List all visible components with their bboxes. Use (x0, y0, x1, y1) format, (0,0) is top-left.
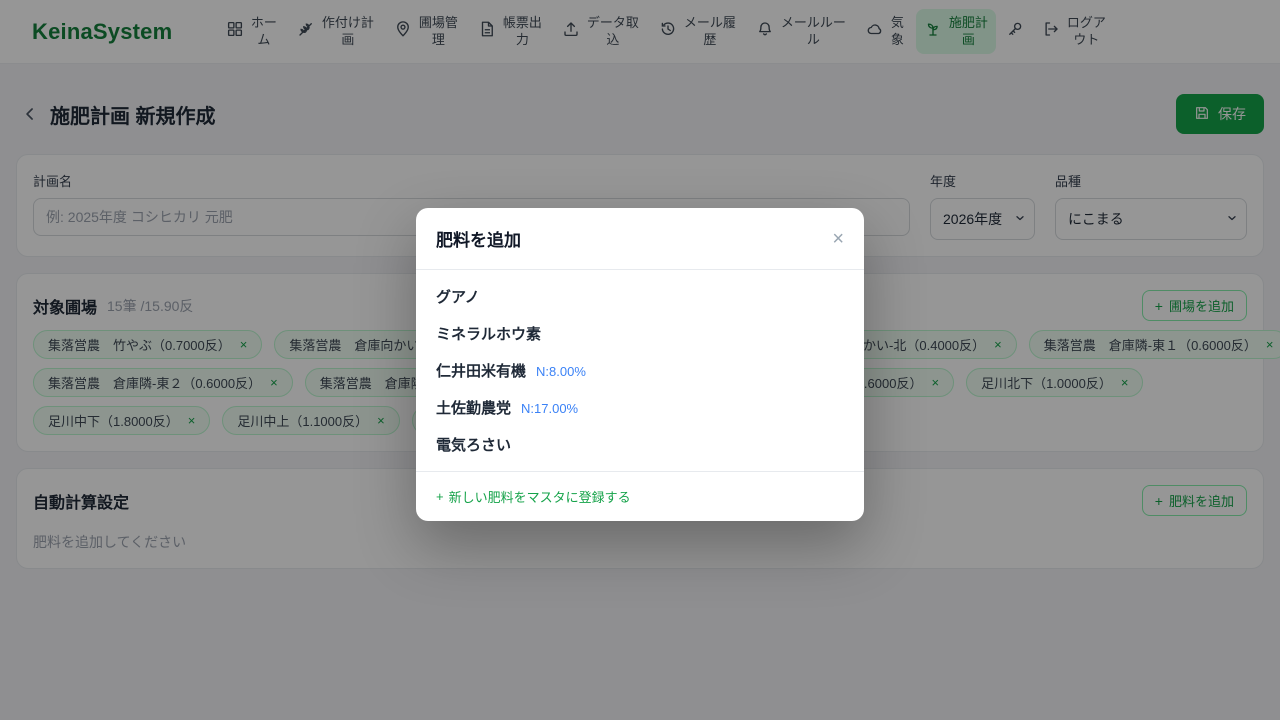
fertilizer-name: 土佐勤農党 (436, 397, 511, 418)
fertilizer-name: グアノ (436, 286, 480, 307)
plus-icon: + (436, 489, 444, 504)
register-link-label: 新しい肥料をマスタに登録する (449, 487, 631, 506)
fertilizer-name: ミネラルホウ素 (436, 323, 541, 344)
fertilizer-name: 仁井田米有機 (436, 360, 526, 381)
add-fertilizer-modal: 肥料を追加 × グアノ ミネラルホウ素 仁井田米有機 N:8.00% 土佐勤農党… (416, 208, 864, 521)
fertilizer-n-value: N:17.00% (521, 401, 578, 416)
fertilizer-list-item[interactable]: グアノ (416, 278, 864, 315)
fertilizer-name: 電気ろさい (436, 434, 511, 455)
register-new-fertilizer-link[interactable]: + 新しい肥料をマスタに登録する (436, 487, 631, 506)
modal-title: 肥料を追加 (436, 226, 521, 251)
fertilizer-list-item[interactable]: ミネラルホウ素 (416, 315, 864, 352)
fertilizer-list-item[interactable]: 土佐勤農党 N:17.00% (416, 389, 864, 426)
fertilizer-list-item[interactable]: 仁井田米有機 N:8.00% (416, 352, 864, 389)
fertilizer-list-item[interactable]: 電気ろさい (416, 426, 864, 463)
fertilizer-list: グアノ ミネラルホウ素 仁井田米有機 N:8.00% 土佐勤農党 N:17.00… (416, 270, 864, 471)
close-icon[interactable]: × (832, 229, 844, 249)
fertilizer-n-value: N:8.00% (536, 364, 586, 379)
